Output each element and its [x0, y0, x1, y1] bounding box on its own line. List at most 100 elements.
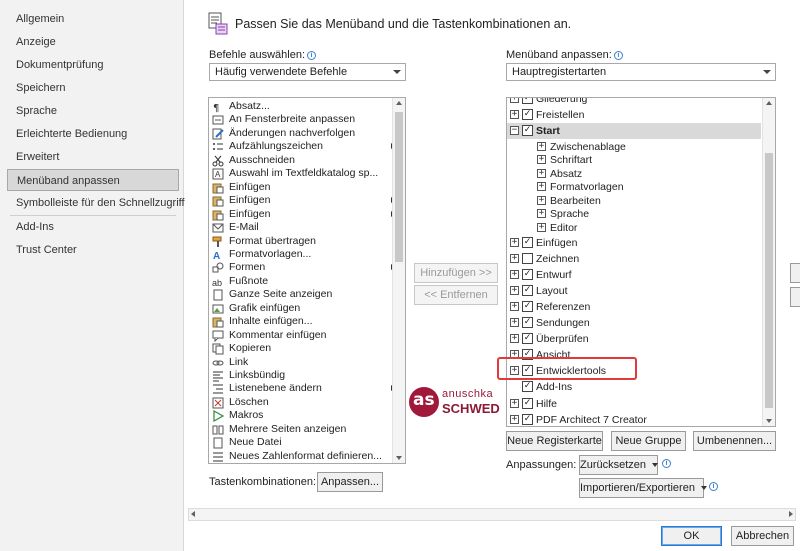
sidebar-item[interactable]: Trust Center: [7, 239, 179, 261]
commands-scrollbar[interactable]: [392, 98, 405, 463]
ribbon-tree-item[interactable]: + ✓ Überprüfen: [507, 331, 761, 347]
command-list-item[interactable]: Änderungen nachverfolgen: [211, 127, 389, 141]
checkbox[interactable]: ✓: [522, 317, 533, 329]
expand-icon[interactable]: +: [510, 238, 519, 247]
scroll-thumb[interactable]: [395, 112, 403, 262]
reset-button[interactable]: Zurücksetzen: [579, 455, 659, 475]
ribbon-tree-item[interactable]: + ✓ Sendungen: [507, 315, 761, 331]
checkbox[interactable]: ✓: [522, 109, 533, 121]
new-group-button[interactable]: Neue Gruppe: [611, 431, 686, 451]
command-list-item[interactable]: A Formatvorlagen...: [211, 248, 389, 262]
command-list-item[interactable]: Linksbündig: [211, 369, 389, 383]
expand-icon[interactable]: +: [510, 98, 519, 103]
ribbon-tree-item[interactable]: + ✓ Freistellen: [507, 107, 761, 123]
expand-icon[interactable]: +: [510, 270, 519, 280]
checkbox[interactable]: ✓: [522, 397, 533, 409]
sidebar-item[interactable]: Speichern: [7, 77, 179, 99]
expand-icon[interactable]: +: [537, 195, 546, 205]
sidebar-item[interactable]: Anzeige: [7, 31, 179, 53]
ribbon-scrollbar[interactable]: [762, 98, 775, 426]
checkbox[interactable]: ✓: [522, 125, 533, 137]
expand-icon[interactable]: +: [510, 398, 519, 408]
expand-icon[interactable]: +: [537, 222, 546, 232]
command-list-item[interactable]: ¶ Absatz...: [211, 100, 389, 114]
command-list-item[interactable]: Kommentar einfügen: [211, 329, 389, 343]
commands-dropdown[interactable]: Häufig verwendete Befehle: [209, 63, 406, 81]
sidebar-item[interactable]: Erweitert: [7, 146, 179, 168]
sidebar-item[interactable]: Dokumentprüfung: [7, 54, 179, 76]
ribbon-dropdown[interactable]: Hauptregistertarten: [506, 63, 776, 81]
command-list-item[interactable]: ab Fußnote: [211, 275, 389, 289]
sidebar-item[interactable]: Add-Ins: [7, 216, 179, 238]
checkbox[interactable]: ✓: [522, 269, 533, 281]
ribbon-tree-item[interactable]: + ✓ Gliederung: [507, 98, 761, 107]
collapse-icon[interactable]: −: [510, 126, 519, 136]
command-list-item[interactable]: Inhalte einfügen...: [211, 315, 389, 329]
command-list-item[interactable]: Listenebene ändern: [211, 382, 395, 396]
commands-list[interactable]: ¶ Absatz... An Fensterbreite anpassen Änder…: [208, 97, 406, 464]
add-button[interactable]: Hinzufügen >>: [414, 263, 498, 283]
ribbon-tree-item[interactable]: + ✓ Hilfe: [507, 396, 761, 412]
command-list-item[interactable]: Löschen: [211, 396, 389, 410]
command-list-item[interactable]: Ganze Seite anzeigen: [211, 288, 389, 302]
checkbox[interactable]: ✓: [522, 301, 533, 313]
new-tab-button[interactable]: Neue Registerkarte: [506, 431, 603, 451]
horizontal-scrollbar[interactable]: [188, 508, 796, 521]
expand-icon[interactable]: +: [510, 318, 519, 328]
command-list-item[interactable]: Link: [211, 356, 389, 370]
command-list-item[interactable]: Einfügen: [211, 181, 389, 195]
expand-icon[interactable]: +: [537, 209, 546, 219]
ok-button[interactable]: OK: [661, 526, 722, 546]
expand-icon[interactable]: +: [510, 254, 519, 264]
rename-button[interactable]: Umbenennen...: [693, 431, 776, 451]
sidebar-item[interactable]: Sprache: [7, 100, 179, 122]
command-list-item[interactable]: E-Mail: [211, 221, 389, 235]
import-export-button[interactable]: Importieren/Exportieren: [579, 478, 707, 498]
command-list-item[interactable]: Ausschneiden: [211, 154, 389, 168]
scroll-up-icon[interactable]: [396, 101, 402, 105]
command-list-item[interactable]: Kopieren: [211, 342, 389, 356]
command-list-item[interactable]: Mehrere Seiten anzeigen: [211, 423, 389, 437]
sidebar-item[interactable]: Allgemein: [7, 8, 179, 30]
scroll-down-icon[interactable]: [396, 456, 402, 460]
ribbon-tree-item[interactable]: + Zeichnen: [507, 251, 761, 267]
ribbon-tree-item[interactable]: + Editor: [507, 220, 761, 236]
expand-icon[interactable]: +: [537, 168, 546, 178]
checkbox[interactable]: ✓: [522, 237, 533, 248]
command-list-item[interactable]: Grafik einfügen: [211, 302, 389, 316]
sidebar-item[interactable]: Symbolleiste für den Schnellzugriff: [7, 192, 185, 214]
checkbox[interactable]: ✓: [522, 98, 533, 104]
customize-shortcuts-button[interactable]: Anpassen...: [317, 472, 383, 492]
ribbon-tree-item[interactable]: + ✓ Referenzen: [507, 299, 761, 315]
scroll-left-icon[interactable]: [191, 511, 195, 517]
expand-icon[interactable]: +: [510, 334, 519, 344]
ribbon-tree-item[interactable]: + ✓ Layout: [507, 283, 761, 299]
checkbox[interactable]: ✓: [522, 285, 533, 297]
command-list-item[interactable]: Einfügen: [211, 208, 395, 222]
checkbox[interactable]: ✓: [522, 333, 533, 345]
command-list-item[interactable]: Makros: [211, 409, 389, 423]
expand-icon[interactable]: +: [537, 182, 546, 192]
cancel-button[interactable]: Abbrechen: [731, 526, 794, 546]
expand-icon[interactable]: +: [537, 142, 546, 151]
move-up-button[interactable]: [790, 263, 800, 283]
ribbon-tree-item[interactable]: + ✓ Entwurf: [507, 267, 761, 283]
command-list-item[interactable]: Einfügen: [211, 194, 395, 208]
command-list-item[interactable]: A Auswahl im Textfeldkatalog sp...: [211, 167, 389, 181]
expand-icon[interactable]: +: [510, 110, 519, 120]
expand-icon[interactable]: +: [510, 414, 519, 424]
remove-button[interactable]: << Entfernen: [414, 285, 498, 305]
sidebar-item[interactable]: Menüband anpassen: [7, 169, 179, 191]
ribbon-tree-item[interactable]: − ✓ Start: [507, 123, 761, 140]
move-down-button[interactable]: [790, 287, 800, 307]
command-list-item[interactable]: Neue Datei: [211, 436, 389, 450]
command-list-item[interactable]: An Fensterbreite anpassen: [211, 113, 389, 127]
expand-icon[interactable]: +: [510, 286, 519, 296]
checkbox[interactable]: [522, 253, 533, 265]
command-list-item[interactable]: Aufzählungszeichen: [211, 140, 395, 154]
ribbon-tree-item[interactable]: + ✓ PDF Architect 7 Creator: [507, 412, 761, 426]
expand-icon[interactable]: +: [510, 302, 519, 312]
scroll-thumb[interactable]: [765, 153, 773, 408]
command-list-item[interactable]: Format übertragen: [211, 235, 389, 249]
command-list-item[interactable]: Formen: [211, 261, 395, 275]
